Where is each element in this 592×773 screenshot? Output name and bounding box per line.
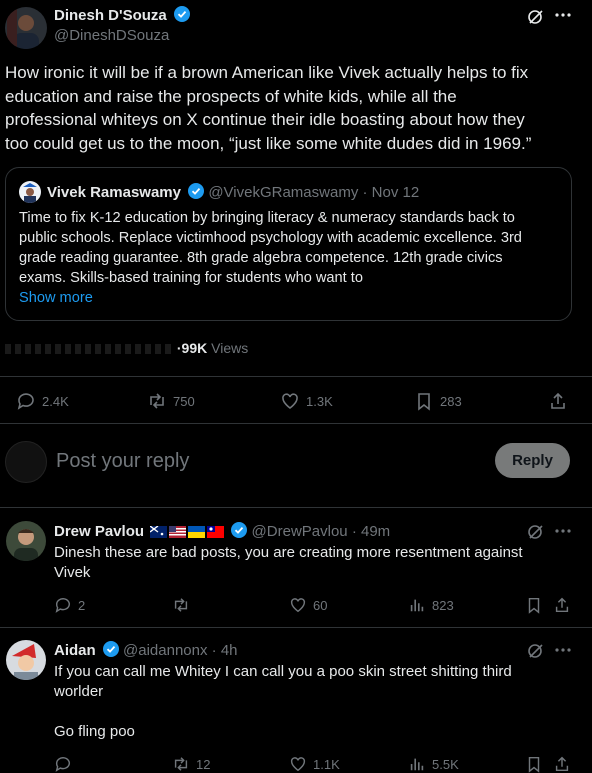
reply-icon (54, 755, 72, 773)
like-count: 1.1K (313, 756, 340, 772)
reply-author-handle[interactable]: @aidannonx (123, 642, 207, 659)
quoted-post[interactable]: Vivek Ramaswamy @VivekGRamaswamy · Nov 1… (5, 167, 572, 321)
repost-count: 12 (196, 756, 211, 772)
author-name[interactable]: Dinesh D'Souza (54, 7, 167, 24)
reply-button[interactable]: 2.4K (16, 391, 69, 411)
quoted-avatar (19, 181, 41, 203)
reply-submit-button[interactable]: Reply (495, 443, 570, 478)
bookmark-count: 283 (440, 393, 462, 409)
views-button[interactable]: 823 (408, 596, 454, 614)
quoted-author-handle: @VivekGRamaswamy (208, 184, 359, 201)
verified-badge-icon (188, 183, 205, 199)
repost-button[interactable]: 750 (147, 391, 195, 411)
views-button[interactable]: 5.5K (408, 755, 459, 773)
reply-icon (54, 596, 72, 614)
views-count: 823 (432, 597, 454, 613)
more-icon[interactable] (555, 648, 571, 652)
share-button[interactable] (548, 391, 568, 411)
views-icon (408, 755, 426, 773)
repost-icon (147, 391, 167, 411)
author-handle[interactable]: @DineshDSouza (54, 27, 169, 44)
reply-count: 2.4K (42, 393, 69, 409)
quoted-date: · Nov 12 (362, 184, 420, 201)
repost-icon (172, 755, 190, 773)
verified-badge-icon (231, 522, 248, 538)
post-text: How ironic it will be if a brown America… (5, 63, 532, 153)
quoted-author-name: Vivek Ramaswamy (47, 184, 181, 201)
more-icon[interactable] (555, 529, 571, 533)
repost-count: 750 (173, 393, 195, 409)
views-label: Views (211, 340, 249, 356)
views-count: ·99K (176, 340, 208, 356)
reply-author-name[interactable]: Aidan (54, 642, 96, 659)
verified-badge-icon (102, 641, 119, 657)
views-icon (408, 596, 426, 614)
repost-icon (172, 596, 190, 614)
reply-author-handle[interactable]: @DrewPavlou (252, 523, 348, 540)
reply-input[interactable]: Post your reply (56, 450, 189, 473)
bookmark-icon (414, 391, 434, 411)
reply-text: If you can call me Whitey I can call you… (54, 663, 512, 740)
repost-button[interactable]: 12 (172, 755, 210, 773)
like-icon (289, 755, 307, 773)
reply-time[interactable]: · 4h (212, 642, 238, 659)
reply-button[interactable]: 2 (54, 596, 85, 614)
author-avatar[interactable] (5, 7, 47, 49)
repost-button[interactable] (172, 596, 196, 614)
like-icon (289, 596, 307, 614)
views-row: ·99K Views (5, 340, 248, 356)
quoted-text: Time to fix K-12 education by bringing l… (19, 210, 522, 308)
views-count: 5.5K (432, 756, 459, 772)
bookmark-button[interactable]: 283 (414, 391, 462, 411)
share-icon (548, 391, 568, 411)
bookmark-icon[interactable] (525, 755, 543, 773)
reply-avatar[interactable] (6, 640, 46, 680)
user-avatar (5, 441, 47, 483)
reply-icon (16, 391, 36, 411)
share-icon[interactable] (553, 755, 571, 773)
reply-button[interactable] (54, 755, 72, 773)
show-more-link[interactable]: Show more (19, 288, 522, 308)
reply-author-name[interactable]: Drew Pavlou (54, 523, 144, 540)
reply-avatar[interactable] (6, 521, 46, 561)
like-button[interactable]: 1.1K (289, 755, 340, 773)
like-count: 60 (313, 597, 328, 613)
grok-icon[interactable] (527, 642, 545, 660)
like-icon (280, 391, 300, 411)
flags-icon (150, 526, 225, 538)
reply-time[interactable]: · 49m (352, 523, 390, 540)
verified-badge-icon (173, 6, 190, 22)
grok-icon[interactable] (527, 8, 545, 26)
like-button[interactable]: 1.3K (280, 391, 333, 411)
share-icon[interactable] (553, 596, 571, 614)
like-count: 1.3K (306, 393, 333, 409)
reply-text: Dinesh these are bad posts, you are crea… (54, 544, 523, 581)
reply-count: 2 (78, 597, 86, 613)
more-icon[interactable] (555, 13, 571, 17)
bookmark-icon[interactable] (525, 596, 543, 614)
like-button[interactable]: 60 (289, 596, 327, 614)
grok-icon[interactable] (527, 523, 545, 541)
